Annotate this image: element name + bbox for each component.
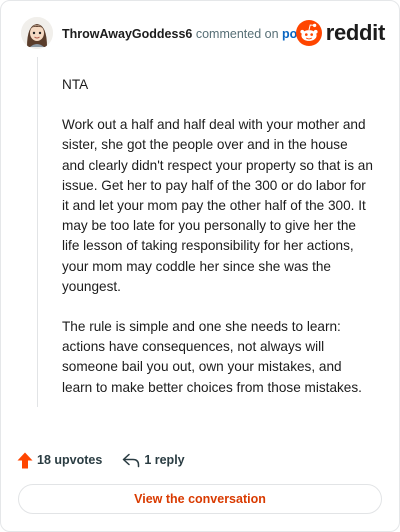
- avatar[interactable]: [21, 17, 53, 49]
- reply-arrow-icon: [123, 453, 140, 467]
- reply-button[interactable]: 1 reply: [122, 453, 185, 468]
- username-link[interactable]: ThrowAwayGoddess6: [62, 27, 192, 41]
- comment-header: ThrowAwayGoddess6 commented on post redd…: [17, 15, 385, 53]
- action-text: commented on: [195, 27, 279, 41]
- upvote-count: 18 upvotes: [37, 453, 103, 467]
- reddit-brand[interactable]: reddit: [295, 19, 386, 47]
- comment-card: ThrowAwayGoddess6 commented on post redd…: [0, 0, 400, 532]
- reddit-logo-icon: [295, 20, 322, 46]
- comment-paragraph: NTA: [62, 77, 89, 92]
- view-conversation-button[interactable]: View the conversation: [18, 484, 382, 514]
- reddit-wordmark: reddit: [325, 20, 386, 45]
- thread-line: [37, 57, 38, 407]
- avatar-image: [21, 17, 53, 49]
- byline: ThrowAwayGoddess6 commented on post: [62, 27, 308, 41]
- comment-body: NTA Work out a half and half deal with y…: [62, 75, 374, 418]
- upvote-button[interactable]: 18 upvotes: [17, 452, 102, 469]
- comment-paragraph: Work out a half and half deal with your …: [62, 117, 373, 294]
- upvote-arrow-icon: [17, 452, 33, 468]
- comment-actions: 18 upvotes 1 reply: [17, 450, 205, 470]
- comment-paragraph: The rule is simple and one she needs to …: [62, 319, 362, 395]
- reply-count: 1 reply: [144, 453, 185, 467]
